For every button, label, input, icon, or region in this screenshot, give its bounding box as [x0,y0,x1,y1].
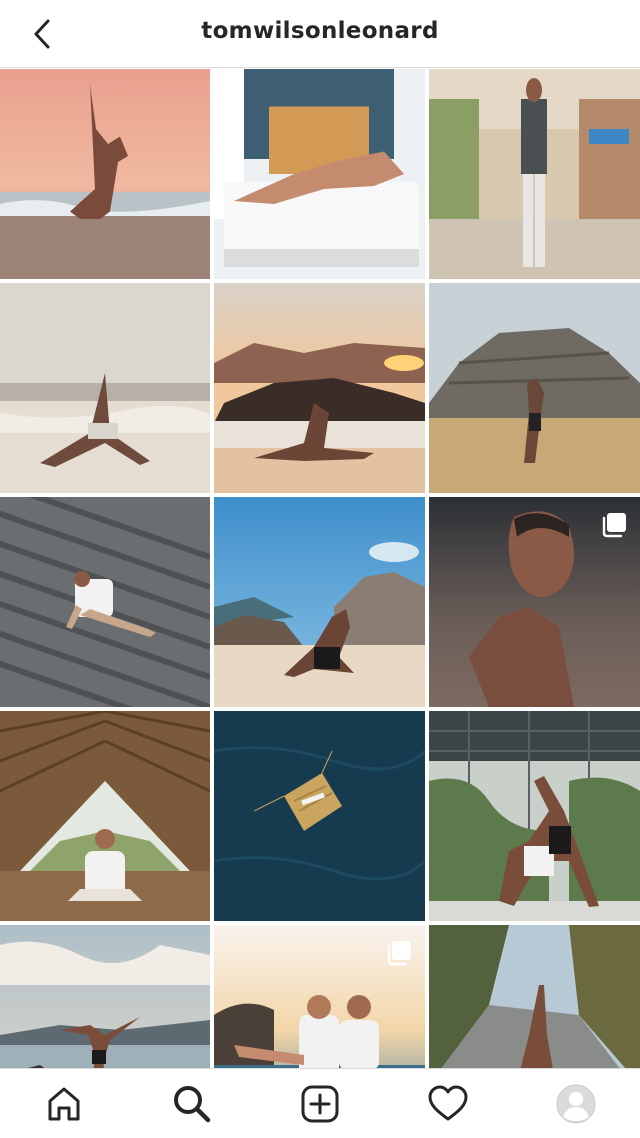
nav-profile[interactable] [546,1074,606,1134]
post-thumbnail[interactable] [0,711,210,921]
carousel-icon [602,513,626,538]
nav-activity[interactable] [418,1074,478,1134]
post-grid [0,69,640,1068]
home-icon [48,1087,80,1120]
post-thumbnail[interactable] [429,711,640,921]
post-thumbnail[interactable] [429,497,640,707]
post-thumbnail[interactable] [214,711,425,921]
post-thumbnail[interactable] [0,925,210,1068]
nav-search[interactable] [162,1074,222,1134]
new-post-icon [301,1085,339,1122]
carousel-icon [387,941,411,966]
activity-heart-icon [428,1085,468,1120]
post-thumbnail[interactable] [0,283,210,493]
bottom-nav [0,1068,640,1138]
post-thumbnail[interactable] [214,69,425,279]
nav-home[interactable] [34,1074,94,1134]
nav-new-post[interactable] [290,1074,350,1134]
post-thumbnail[interactable] [0,497,210,707]
post-thumbnail[interactable] [214,497,425,707]
post-thumbnail[interactable] [214,925,425,1068]
top-bar: tomwilsonleonard [0,0,640,68]
post-thumbnail[interactable] [429,925,640,1068]
search-icon [174,1085,211,1122]
profile-username: tomwilsonleonard [201,18,439,44]
post-thumbnail[interactable] [429,69,640,279]
post-thumbnail[interactable] [214,283,425,493]
profile-avatar-icon [556,1084,596,1123]
post-thumbnail[interactable] [0,69,210,279]
post-thumbnail[interactable] [429,283,640,493]
